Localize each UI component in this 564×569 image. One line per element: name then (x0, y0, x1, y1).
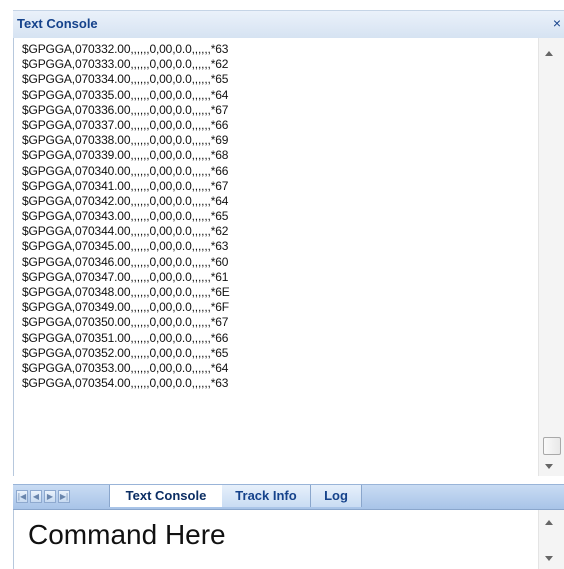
console-line: $GPGGA,070350.00,,,,,,0,00,0.0,,,,,,*67 (22, 315, 229, 330)
console-line: $GPGGA,070351.00,,,,,,0,00,0.0,,,,,,*66 (22, 330, 229, 345)
console-line: $GPGGA,070354.00,,,,,,0,00,0.0,,,,,,*63 (22, 376, 229, 391)
console-line: $GPGGA,070336.00,,,,,,0,00,0.0,,,,,,*67 (22, 102, 229, 117)
console-line: $GPGGA,070342.00,,,,,,0,00,0.0,,,,,,*64 (22, 193, 229, 208)
console-line: $GPGGA,070349.00,,,,,,0,00,0.0,,,,,,*6F (22, 300, 229, 315)
next-page-icon[interactable]: ▶ (44, 490, 56, 503)
first-page-icon[interactable]: |◀ (16, 490, 28, 503)
console-line: $GPGGA,070334.00,,,,,,0,00,0.0,,,,,,*65 (22, 72, 229, 87)
console-line: $GPGGA,070337.00,,,,,,0,00,0.0,,,,,,*66 (22, 117, 229, 132)
tab-track-info[interactable]: Track Info (222, 485, 311, 507)
console-lines: $GPGGA,070332.00,,,,,,0,00,0.0,,,,,,*63 $… (22, 42, 542, 391)
console-line: $GPGGA,070332.00,,,,,,0,00,0.0,,,,,,*63 (22, 42, 229, 56)
console-line: $GPGGA,070347.00,,,,,,0,00,0.0,,,,,,*61 (22, 269, 229, 284)
panel-title: Text Console (17, 16, 98, 31)
console-line: $GPGGA,070345.00,,,,,,0,00,0.0,,,,,,*63 (22, 239, 229, 254)
console-line: $GPGGA,070346.00,,,,,,0,00,0.0,,,,,,*60 (22, 254, 229, 269)
scroll-down-icon[interactable] (545, 464, 553, 469)
console-line: $GPGGA,070352.00,,,,,,0,00,0.0,,,,,,*65 (22, 345, 229, 360)
command-scroll-down-icon[interactable] (545, 556, 553, 561)
console-line: $GPGGA,070344.00,,,,,,0,00,0.0,,,,,,*62 (22, 224, 229, 239)
console-line: $GPGGA,070353.00,,,,,,0,00,0.0,,,,,,*64 (22, 360, 229, 375)
console-line: $GPGGA,070340.00,,,,,,0,00,0.0,,,,,,*66 (22, 163, 229, 178)
console-scrollbar[interactable] (538, 38, 564, 476)
console-line: $GPGGA,070339.00,,,,,,0,00,0.0,,,,,,*68 (22, 148, 229, 163)
scroll-up-icon[interactable] (545, 51, 553, 56)
prev-page-icon[interactable]: ◀ (30, 490, 42, 503)
console-line: $GPGGA,070335.00,,,,,,0,00,0.0,,,,,,*64 (22, 87, 229, 102)
text-console-panel: Text Console × $GPGGA,070332.00,,,,,,0,0… (0, 0, 564, 569)
console-output[interactable]: $GPGGA,070332.00,,,,,,0,00,0.0,,,,,,*63 $… (13, 38, 564, 476)
command-input[interactable] (26, 518, 530, 552)
panel-titlebar: Text Console × (13, 10, 564, 39)
tab-log[interactable]: Log (311, 485, 362, 507)
console-line: $GPGGA,070338.00,,,,,,0,00,0.0,,,,,,*69 (22, 133, 229, 148)
tab-strip: |◀ ◀ ▶ ▶| Text Console Track Info Log (13, 484, 564, 510)
tab-text-console[interactable]: Text Console (109, 485, 223, 507)
console-line: $GPGGA,070343.00,,,,,,0,00,0.0,,,,,,*65 (22, 209, 229, 224)
command-scrollbar[interactable] (538, 510, 564, 569)
console-line: $GPGGA,070333.00,,,,,,0,00,0.0,,,,,,*62 (22, 57, 229, 72)
console-line: $GPGGA,070348.00,,,,,,0,00,0.0,,,,,,*6E (22, 285, 230, 299)
console-line: $GPGGA,070341.00,,,,,,0,00,0.0,,,,,,*67 (22, 178, 229, 193)
command-scroll-up-icon[interactable] (545, 520, 553, 525)
scroll-thumb[interactable] (543, 437, 561, 455)
last-page-icon[interactable]: ▶| (58, 490, 70, 503)
close-icon[interactable]: × (550, 14, 564, 32)
command-area (13, 510, 564, 569)
